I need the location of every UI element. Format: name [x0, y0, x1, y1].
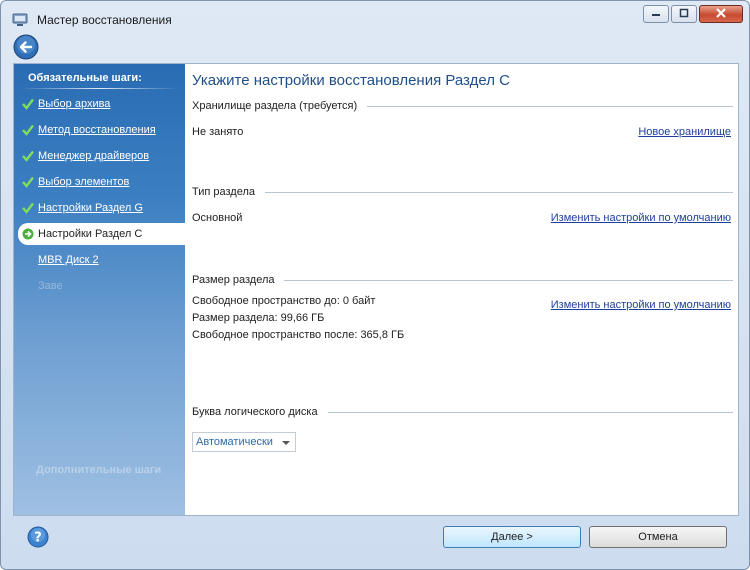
app-icon [12, 13, 28, 27]
close-icon [715, 7, 727, 22]
close-button[interactable] [699, 5, 743, 23]
drive-letter-section-header: Буква логического диска [192, 406, 733, 418]
step-partition-c-settings[interactable]: Настройки Раздел C [18, 223, 185, 245]
partition-type-value: Основной [192, 212, 243, 224]
section-divider [265, 191, 733, 193]
chevron-down-icon [282, 441, 290, 445]
step-label: Выбор элементов [38, 176, 130, 188]
cancel-button[interactable]: Отмена [589, 526, 727, 548]
new-storage-link[interactable]: Новое хранилище [638, 126, 731, 138]
step-item-selection[interactable]: Выбор элементов [18, 171, 185, 193]
section-divider [284, 279, 733, 281]
step-driver-manager[interactable]: Менеджер драйверов [18, 145, 185, 167]
step-partition-g-settings[interactable]: Настройки Раздел G [18, 197, 185, 219]
checkmark-icon [18, 176, 38, 188]
minimize-button[interactable] [643, 5, 669, 23]
drive-letter-dropdown[interactable]: Автоматически [192, 432, 296, 452]
step-finish: Заве [18, 275, 185, 297]
step-label: Выбор архива [38, 98, 111, 110]
change-size-defaults-link[interactable]: Изменить настройки по умолчанию [551, 299, 731, 311]
help-icon: ? [27, 526, 49, 551]
step-restore-method[interactable]: Метод восстановления [18, 119, 185, 141]
window-title: Мастер восстановления [37, 13, 172, 27]
current-step-arrow-icon [18, 228, 38, 240]
title-bar: Мастер восстановления [1, 1, 749, 31]
restore-wizard-window: Мастер восстановления Обязательные шаги:… [0, 0, 750, 570]
steps-sidebar: Обязательные шаги: Выбор архива Метод во… [14, 64, 185, 515]
maximize-icon [679, 8, 689, 21]
step-label: Настройки Раздел G [38, 202, 143, 214]
required-steps-heading: Обязательные шаги: [28, 72, 142, 84]
back-button[interactable] [13, 34, 39, 60]
section-title: Тип раздела [192, 186, 256, 198]
step-archive-selection[interactable]: Выбор архива [18, 93, 185, 115]
window-controls [643, 5, 743, 23]
section-title: Буква логического диска [192, 406, 318, 418]
step-label: Настройки Раздел C [38, 228, 143, 240]
content-frame: Обязательные шаги: Выбор архива Метод во… [13, 63, 739, 516]
section-divider [367, 105, 733, 107]
maximize-button[interactable] [671, 5, 697, 23]
step-mbr-disk[interactable]: MBR Диск 2 [18, 249, 185, 271]
step-label: Заве [38, 280, 63, 292]
optional-steps-heading: Дополнительные шаги [36, 464, 162, 476]
free-space-before: Свободное пространство до: 0 байт [192, 295, 376, 307]
checkmark-icon [18, 98, 38, 110]
minimize-icon [651, 8, 661, 21]
change-type-defaults-link[interactable]: Изменить настройки по умолчанию [551, 212, 731, 224]
back-arrow-icon [13, 34, 39, 63]
settings-panel: Укажите настройки восстановления Раздел … [185, 64, 738, 515]
partition-size-value: Размер раздела: 99,66 ГБ [192, 312, 325, 324]
wizard-footer: ? Далее > Отмена [13, 517, 739, 561]
next-button[interactable]: Далее > [443, 526, 581, 548]
checkmark-icon [18, 124, 38, 136]
sidebar-divider [20, 88, 178, 89]
section-title: Размер раздела [192, 274, 275, 286]
section-divider [327, 411, 733, 413]
page-title: Укажите настройки восстановления Раздел … [192, 72, 510, 89]
drive-letter-selected: Автоматически [196, 436, 273, 448]
section-title: Хранилище раздела (требуется) [192, 100, 358, 112]
step-label: Метод восстановления [38, 124, 156, 136]
storage-value: Не занято [192, 126, 244, 138]
help-button[interactable]: ? [27, 526, 49, 548]
partition-type-section-header: Тип раздела [192, 186, 733, 198]
checkmark-icon [18, 202, 38, 214]
free-space-after: Свободное пространство после: 365,8 ГБ [192, 329, 405, 341]
step-label: Менеджер драйверов [38, 150, 150, 162]
partition-size-section-header: Размер раздела [192, 274, 733, 286]
storage-section-header: Хранилище раздела (требуется) [192, 100, 733, 112]
step-label: MBR Диск 2 [38, 254, 99, 266]
svg-text:?: ? [34, 531, 42, 546]
checkmark-icon [18, 150, 38, 162]
